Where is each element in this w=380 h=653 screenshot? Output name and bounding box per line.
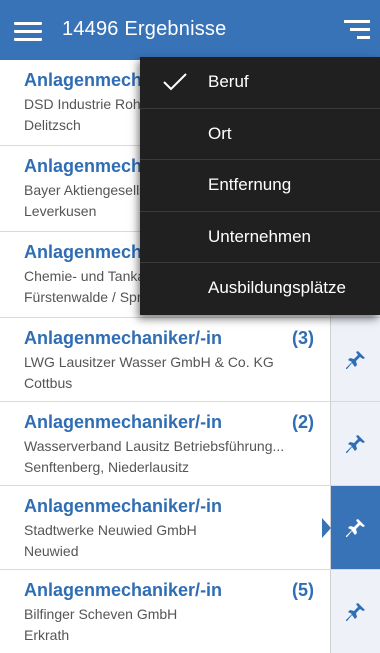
checkmark-icon [163,73,187,91]
result-count: (3) [292,328,314,348]
sort-option-beruf[interactable]: Beruf [140,57,380,109]
result-city: Erkrath [24,627,70,643]
result-city: Delitzsch [24,117,81,133]
pin-icon [345,602,365,621]
result-city: Senftenberg, Niederlausitz [24,459,189,475]
result-title: Anlagenmechaniker/-in [24,580,223,600]
sort-option-ausbildungsplaetze[interactable]: Ausbildungsplätze [140,263,380,315]
active-pointer-notch [322,518,331,538]
result-content[interactable]: Anlagenmechaniker/-in (2) Wasserverband … [0,402,331,485]
pin-icon [345,350,365,369]
sort-option-label: Ort [208,123,232,143]
result-company: LWG Lausitzer Wasser GmbH & Co. KG [24,354,274,370]
pin-icon [345,518,365,537]
app-header: 14496 Ergebnisse [0,0,380,60]
pin-icon [345,434,365,453]
result-row[interactable]: Anlagenmechaniker/-in (2) Wasserverband … [0,402,380,486]
result-title: Anlagenmechaniker/-in [24,328,223,348]
pin-button[interactable] [331,486,380,569]
sort-option-label: Entfernung [208,175,292,195]
pin-button[interactable] [331,570,380,653]
result-title: Anlagenmechaniker/-in [24,496,223,516]
result-row[interactable]: Anlagenmechaniker/-in Stadtwerke Neuwied… [0,486,380,570]
sort-option-label: Beruf [208,72,249,91]
sort-filter-icon[interactable] [342,20,370,40]
sort-option-entfernung[interactable]: Entfernung [140,160,380,212]
result-row[interactable]: Anlagenmechaniker/-in (3) LWG Lausitzer … [0,318,380,402]
sort-dropdown-menu: Beruf Ort Entfernung Unternehmen Ausbild… [140,57,380,315]
result-count: (5) [292,580,314,600]
result-row[interactable]: Anlagenmechaniker/-in (5) Bilfinger Sche… [0,570,380,653]
pin-button[interactable] [331,318,380,401]
result-content[interactable]: Anlagenmechaniker/-in (5) Bilfinger Sche… [0,570,331,653]
result-city: Neuwied [24,543,79,559]
sort-option-ort[interactable]: Ort [140,109,380,161]
result-company: Bilfinger Scheven GmbH [24,606,178,622]
result-city: Leverkusen [24,203,97,219]
hamburger-menu-icon[interactable] [14,22,42,42]
result-city: Fürstenwalde / Spree [24,289,158,305]
result-count: (2) [292,412,314,432]
result-content[interactable]: Anlagenmechaniker/-in Stadtwerke Neuwied… [0,486,331,569]
app-screen: 14496 Ergebnisse Anlagenmechaniker/-in D… [0,0,380,653]
result-content[interactable]: Anlagenmechaniker/-in (3) LWG Lausitzer … [0,318,331,401]
result-company: Stadtwerke Neuwied GmbH [24,522,197,538]
sort-option-unternehmen[interactable]: Unternehmen [140,212,380,264]
result-title: Anlagenmechaniker/-in [24,412,223,432]
sort-option-label: Ausbildungsplätze [208,278,346,298]
results-count-title: 14496 Ergebnisse [62,18,227,40]
result-company: Wasserverband Lausitz Betriebsführung... [24,438,285,454]
pin-button[interactable] [331,402,380,485]
result-city: Cottbus [24,375,73,391]
sort-option-label: Unternehmen [208,226,312,246]
